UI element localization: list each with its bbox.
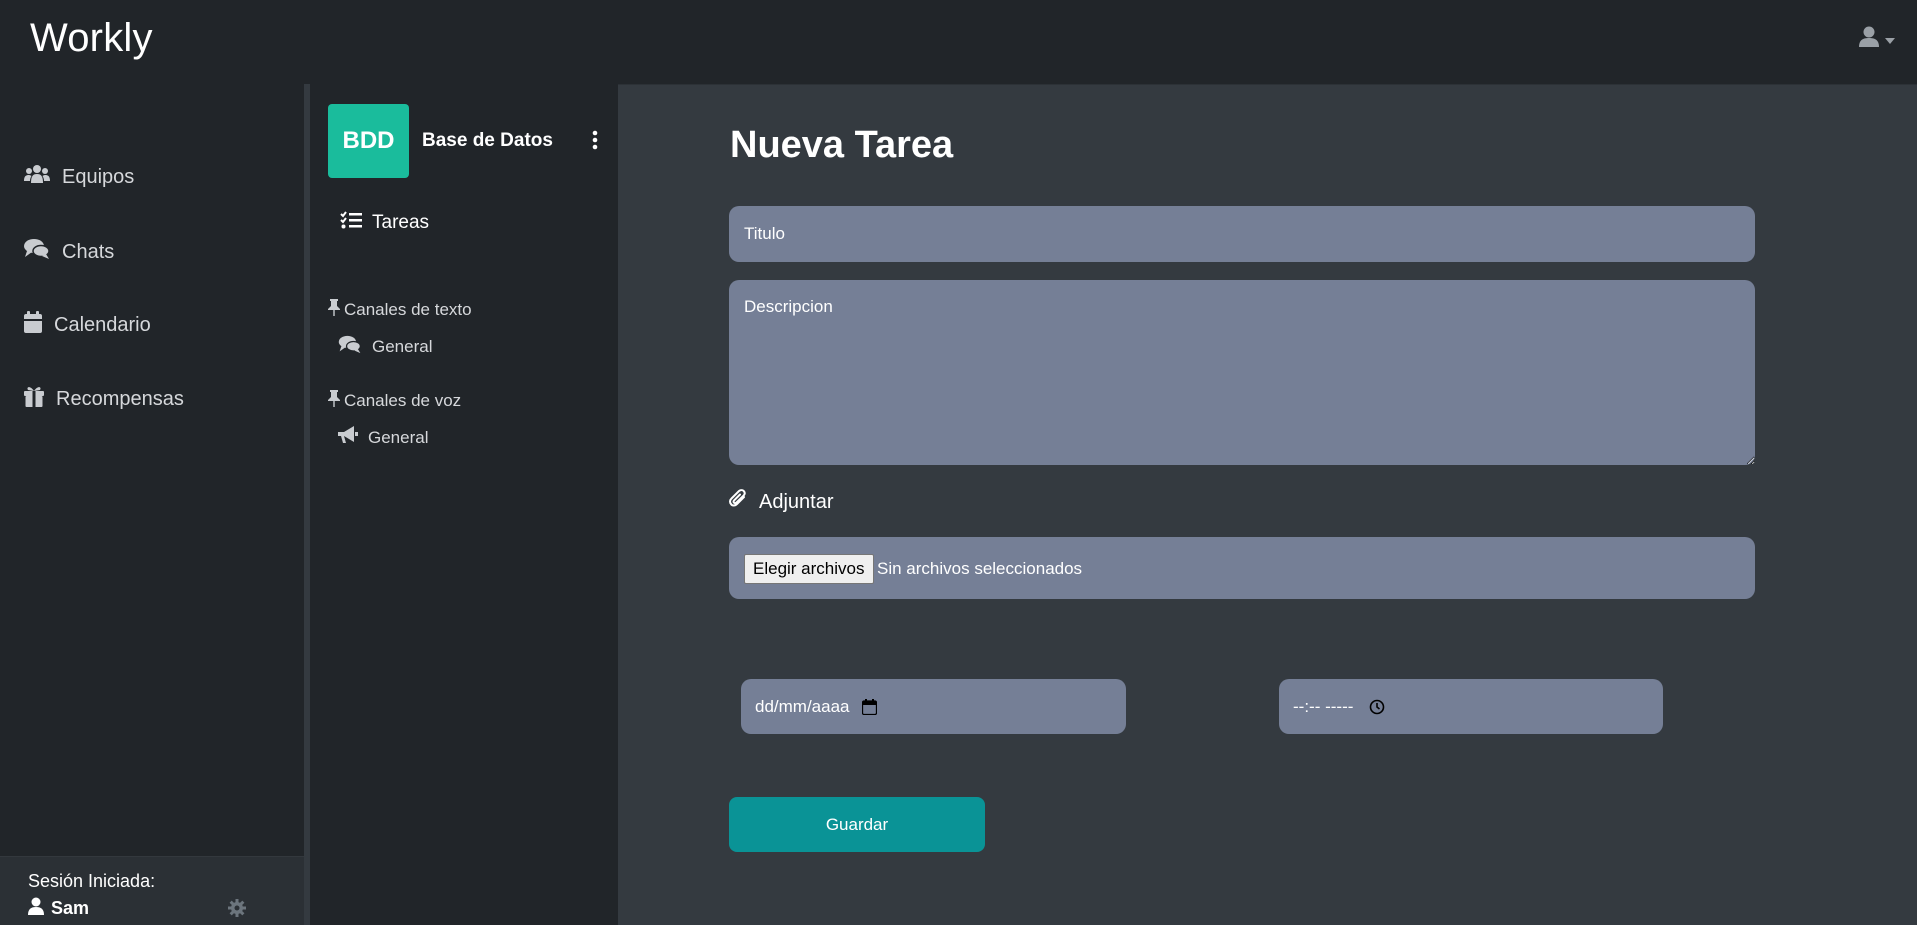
sidebar-item-label: Chats: [62, 240, 115, 263]
calendar-icon[interactable]: [861, 698, 877, 715]
comments-icon: [338, 335, 362, 359]
channel-label: General: [368, 427, 429, 447]
text-channel-general[interactable]: General: [338, 335, 432, 359]
tasks-label: Tareas: [372, 212, 430, 233]
time-placeholder: --:-- -----: [1293, 696, 1354, 716]
description-textarea[interactable]: [729, 280, 1755, 465]
voice-channels-title: Canales de voz: [344, 391, 462, 410]
choose-files-button[interactable]: Elegir archivos: [744, 554, 874, 584]
sidebar-item-label: Equipos: [62, 165, 135, 188]
caret-down-icon: [1885, 31, 1895, 49]
session-user: Sam: [28, 897, 89, 920]
task-list-icon: [340, 211, 362, 235]
text-channels-header: Canales de texto: [328, 299, 472, 321]
gift-icon: [24, 385, 44, 413]
date-input[interactable]: dd/mm/aaaa: [741, 679, 1126, 734]
sidebar-item-recompensas[interactable]: Recompensas: [24, 385, 184, 413]
session-username: Sam: [51, 898, 90, 918]
sidebar-item-label: Calendario: [54, 313, 151, 336]
channel-label: General: [372, 337, 433, 356]
page-title: Nueva Tarea: [730, 124, 954, 166]
app-logo[interactable]: Workly: [30, 16, 153, 61]
team-channel-panel: BDD Base de Datos Tareas Canales de text…: [310, 84, 618, 925]
attach-label: Adjuntar: [729, 489, 834, 515]
team-badge[interactable]: BDD: [328, 104, 409, 178]
save-button[interactable]: Guardar: [729, 797, 985, 852]
title-input[interactable]: [729, 206, 1755, 262]
sidebar-item-chats[interactable]: Chats: [24, 238, 114, 266]
file-status: Sin archivos seleccionados: [877, 559, 1083, 578]
tasks-link[interactable]: Tareas: [340, 211, 429, 235]
gear-icon[interactable]: [228, 899, 246, 922]
comments-icon: [24, 238, 50, 266]
session-panel: Sesión Iniciada: Sam: [0, 856, 304, 925]
calendar-icon: [24, 311, 42, 339]
voice-channel-general[interactable]: General: [338, 426, 428, 449]
session-label: Sesión Iniciada:: [28, 871, 156, 891]
sidebar-item-label: Recompensas: [56, 387, 184, 410]
clock-icon[interactable]: [1369, 699, 1385, 715]
sidebar-item-equipos[interactable]: Equipos: [24, 164, 134, 190]
paperclip-icon: [729, 489, 747, 515]
text-channels-title: Canales de texto: [344, 300, 472, 319]
time-input[interactable]: --:-- -----: [1279, 679, 1663, 734]
user-menu-button[interactable]: [1859, 26, 1895, 53]
user-icon: [1859, 26, 1879, 53]
date-placeholder: dd/mm/aaaa: [755, 696, 850, 716]
sidebar: Equipos Chats Calendario Recompensas Ses…: [0, 84, 304, 925]
top-bar: Workly: [0, 0, 1917, 85]
voice-channels-header: Canales de voz: [328, 390, 461, 412]
bullhorn-icon: [338, 426, 358, 449]
user-icon: [28, 897, 44, 920]
users-icon: [24, 164, 50, 190]
thumbtack-icon: [328, 390, 340, 412]
attach-text: Adjuntar: [759, 490, 834, 513]
team-name: Base de Datos: [422, 130, 553, 151]
sidebar-item-calendario[interactable]: Calendario: [24, 311, 151, 339]
file-input: Elegir archivos Sin archivos seleccionad…: [729, 537, 1755, 599]
vertical-dots-icon[interactable]: [592, 130, 598, 155]
thumbtack-icon: [328, 299, 340, 321]
